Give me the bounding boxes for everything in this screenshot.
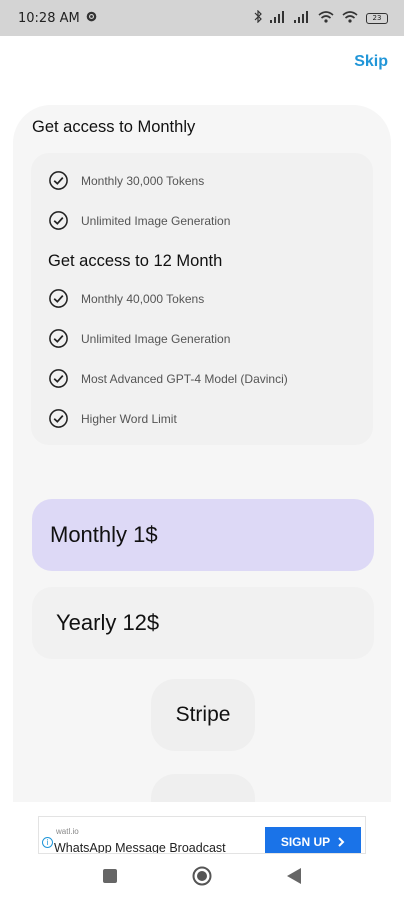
check-circle-icon (49, 329, 68, 348)
feature-label: Higher Word Limit (81, 411, 177, 426)
recents-icon[interactable] (102, 868, 118, 888)
battery-icon: 23 (366, 12, 388, 24)
feature-label: Unlimited Image Generation (81, 331, 231, 346)
wifi-icon (318, 10, 334, 26)
feature-label: Most Advanced GPT-4 Model (Davinci) (81, 371, 288, 386)
stripe-button[interactable]: Stripe (151, 679, 255, 751)
feature-item: Higher Word Limit (48, 408, 177, 429)
ad-text: WhatsApp Message Broadcast (54, 841, 226, 854)
check-circle-icon (49, 171, 68, 190)
check-circle-icon (49, 289, 68, 308)
skip-button[interactable]: Skip (354, 53, 388, 71)
back-icon[interactable] (286, 867, 302, 889)
monthly-section-title: Get access to Monthly (32, 118, 196, 136)
status-bar: 10:28 AM 23 (0, 0, 404, 36)
bluetooth-icon (254, 9, 262, 26)
signal-icon-2 (294, 10, 310, 26)
feature-item: Unlimited Image Generation (48, 328, 230, 349)
system-nav-bar (0, 858, 404, 900)
check-circle-icon (49, 369, 68, 388)
feature-label: Unlimited Image Generation (81, 213, 231, 228)
feature-item: Most Advanced GPT-4 Model (Davinci) (48, 368, 288, 389)
settings-status-icon (86, 11, 97, 26)
status-time: 10:28 AM (18, 10, 80, 26)
ad-signup-button[interactable]: SIGN UP (265, 827, 361, 853)
check-circle-icon (49, 409, 68, 428)
ad-brand: watl.io (56, 827, 79, 836)
ad-signup-label: SIGN UP (280, 835, 331, 849)
yearly-section-title: Get access to 12 Month (48, 252, 223, 270)
plan-option-yearly[interactable]: Yearly 12$ (32, 587, 374, 659)
chevron-right-icon (338, 837, 345, 847)
feature-item: Monthly 40,000 Tokens (48, 288, 204, 309)
feature-label: Monthly 40,000 Tokens (81, 291, 205, 306)
plan-option-monthly[interactable]: Monthly 1$ (32, 499, 374, 571)
feature-item: Unlimited Image Generation (48, 210, 230, 231)
ad-banner[interactable]: i watl.io WhatsApp Message Broadcast SIG… (38, 816, 366, 854)
wifi-icon-2 (342, 10, 358, 26)
signal-icon (270, 10, 286, 26)
check-circle-icon (49, 211, 68, 230)
info-icon[interactable]: i (42, 837, 53, 848)
home-icon[interactable] (192, 866, 212, 890)
feature-item: Monthly 30,000 Tokens (48, 170, 204, 191)
feature-label: Monthly 30,000 Tokens (81, 173, 205, 188)
